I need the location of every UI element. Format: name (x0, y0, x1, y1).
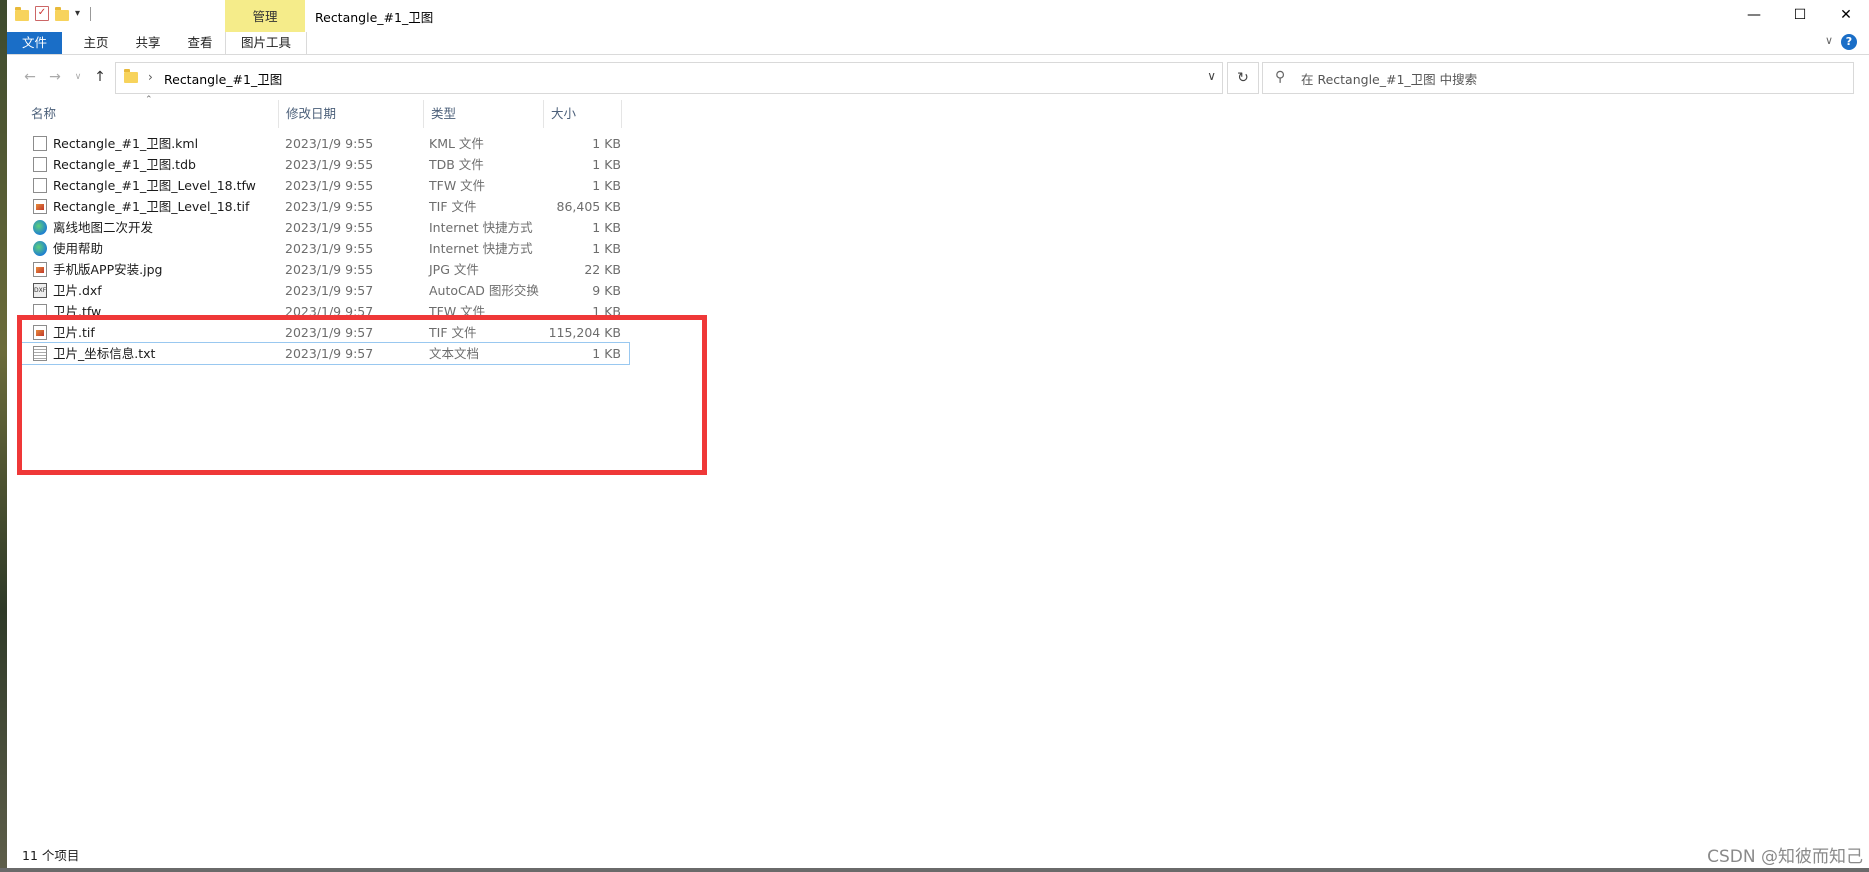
desktop-background (0, 0, 7, 872)
file-name: Rectangle_#1_卫图.kml (53, 136, 199, 151)
up-button[interactable]: ↑ (89, 66, 111, 88)
ribbon-tabs: 文件 主页 共享 查看 图片工具 (7, 32, 1869, 55)
file-type: TFW 文件 (429, 178, 486, 193)
file-date: 2023/1/9 9:55 (285, 262, 374, 277)
status-item-count: 11 个项目 (22, 848, 80, 863)
expand-ribbon-chevron-icon[interactable]: ∨ (1825, 34, 1833, 47)
file-date: 2023/1/9 9:55 (285, 178, 374, 193)
image-file-icon (33, 262, 47, 277)
file-explorer-window: ✓ ▾ 管理 Rectangle_#1_卫图 — ☐ ✕ 文件 主页 共享 查看… (7, 0, 1869, 868)
breadcrumb-chevron-icon[interactable]: › (148, 70, 153, 84)
column-header-date[interactable]: 修改日期 (279, 100, 424, 128)
file-name: Rectangle_#1_卫图_Level_18.tif (53, 199, 250, 214)
breadcrumb[interactable]: Rectangle_#1_卫图 (164, 69, 282, 88)
file-type: KML 文件 (429, 136, 484, 151)
document-icon (33, 178, 47, 193)
file-row[interactable]: DXF 卫片.dxf 2023/1/9 9:57 AutoCAD 图形交换 9 KB (21, 280, 629, 301)
file-name: 使用帮助 (53, 241, 104, 256)
file-type: Internet 快捷方式 (429, 241, 533, 256)
file-type: TIF 文件 (429, 199, 477, 214)
customize-toolbar-chevron-icon[interactable]: ▾ (75, 8, 80, 19)
properties-icon[interactable]: ✓ (35, 6, 49, 21)
column-header-name[interactable]: 名称 (24, 100, 279, 128)
file-size: 1 KB (592, 178, 621, 193)
tab-picture-tools[interactable]: 图片工具 (225, 32, 307, 54)
red-highlight-box (17, 315, 707, 475)
forward-button[interactable]: → (44, 66, 66, 88)
file-size: 1 KB (592, 136, 621, 151)
edge-shortcut-icon (33, 220, 47, 235)
file-size: 1 KB (592, 241, 621, 256)
file-date: 2023/1/9 9:55 (285, 220, 374, 235)
watermark: CSDN @知彼而知己 (1707, 847, 1863, 867)
file-row[interactable]: 使用帮助 2023/1/9 9:55 Internet 快捷方式 1 KB (21, 238, 629, 259)
file-size: 86,405 KB (556, 199, 621, 214)
dxf-file-icon: DXF (33, 283, 47, 298)
file-row[interactable]: 离线地图二次开发 2023/1/9 9:55 Internet 快捷方式 1 KB (21, 217, 629, 238)
file-type: AutoCAD 图形交换 (429, 283, 539, 298)
document-icon (33, 136, 47, 151)
search-box[interactable]: ⚲ (1262, 62, 1854, 94)
file-date: 2023/1/9 9:55 (285, 136, 374, 151)
column-header-size[interactable]: 大小 (544, 100, 622, 128)
help-icon[interactable]: ? (1841, 34, 1857, 50)
file-date: 2023/1/9 9:55 (285, 241, 374, 256)
file-row[interactable]: Rectangle_#1_卫图_Level_18.tfw 2023/1/9 9:5… (21, 175, 629, 196)
file-row[interactable]: Rectangle_#1_卫图.tdb 2023/1/9 9:55 TDB 文件 1 … (21, 154, 629, 175)
document-icon (33, 157, 47, 172)
recent-locations-chevron-icon[interactable]: ∨ (67, 66, 89, 88)
file-size: 1 KB (592, 157, 621, 172)
new-folder-icon[interactable] (55, 6, 69, 21)
file-name: Rectangle_#1_卫图_Level_18.tfw (53, 178, 256, 193)
file-date: 2023/1/9 9:57 (285, 283, 374, 298)
edge-shortcut-icon (33, 241, 47, 256)
refresh-button[interactable]: ↻ (1227, 62, 1259, 94)
address-bar[interactable]: › Rectangle_#1_卫图 ∨ (115, 62, 1223, 94)
file-date: 2023/1/9 9:55 (285, 157, 374, 172)
image-file-icon (33, 199, 47, 214)
close-button[interactable]: ✕ (1823, 0, 1869, 30)
search-input[interactable] (1299, 68, 1843, 90)
file-type: Internet 快捷方式 (429, 220, 533, 235)
context-tab-group-manage: 管理 (225, 0, 305, 32)
file-size: 22 KB (584, 262, 621, 277)
column-header-type[interactable]: 类型 (424, 100, 544, 128)
file-row[interactable]: 手机版APP安装.jpg 2023/1/9 9:55 JPG 文件 22 KB (21, 259, 629, 280)
file-row[interactable]: Rectangle_#1_卫图.kml 2023/1/9 9:55 KML 文件 1 … (21, 133, 629, 154)
file-name: 离线地图二次开发 (53, 220, 154, 235)
back-button[interactable]: ← (19, 66, 41, 88)
file-name: Rectangle_#1_卫图.tdb (53, 157, 196, 172)
maximize-button[interactable]: ☐ (1777, 0, 1823, 30)
file-size: 9 KB (592, 283, 621, 298)
folder-icon (124, 69, 138, 83)
file-name: 卫片.dxf (53, 283, 102, 298)
navigation-bar: ← → ∨ ↑ › Rectangle_#1_卫图 ∨ ↻ ⚲ (7, 62, 1869, 94)
tab-share[interactable]: 共享 (125, 32, 171, 54)
quick-access-toolbar: ✓ ▾ (15, 6, 92, 21)
toolbar-divider (90, 6, 92, 21)
file-type: TDB 文件 (429, 157, 484, 172)
window-title: Rectangle_#1_卫图 (315, 10, 434, 25)
tab-file[interactable]: 文件 (7, 32, 62, 54)
tab-home[interactable]: 主页 (73, 32, 119, 54)
minimize-button[interactable]: — (1731, 0, 1777, 30)
column-headers: 名称 修改日期 类型 大小 (7, 100, 627, 128)
file-name: 手机版APP安装.jpg (53, 262, 163, 277)
taskbar-edge (0, 868, 1869, 872)
search-icon: ⚲ (1275, 69, 1286, 85)
tab-view[interactable]: 查看 (177, 32, 223, 54)
file-type: JPG 文件 (429, 262, 479, 277)
file-size: 1 KB (592, 220, 621, 235)
file-row[interactable]: Rectangle_#1_卫图_Level_18.tif 2023/1/9 9:5… (21, 196, 629, 217)
title-bar: ✓ ▾ 管理 Rectangle_#1_卫图 — ☐ ✕ (7, 0, 1869, 32)
file-date: 2023/1/9 9:55 (285, 199, 374, 214)
address-dropdown-chevron-icon[interactable]: ∨ (1207, 69, 1216, 83)
folder-icon (15, 6, 29, 21)
